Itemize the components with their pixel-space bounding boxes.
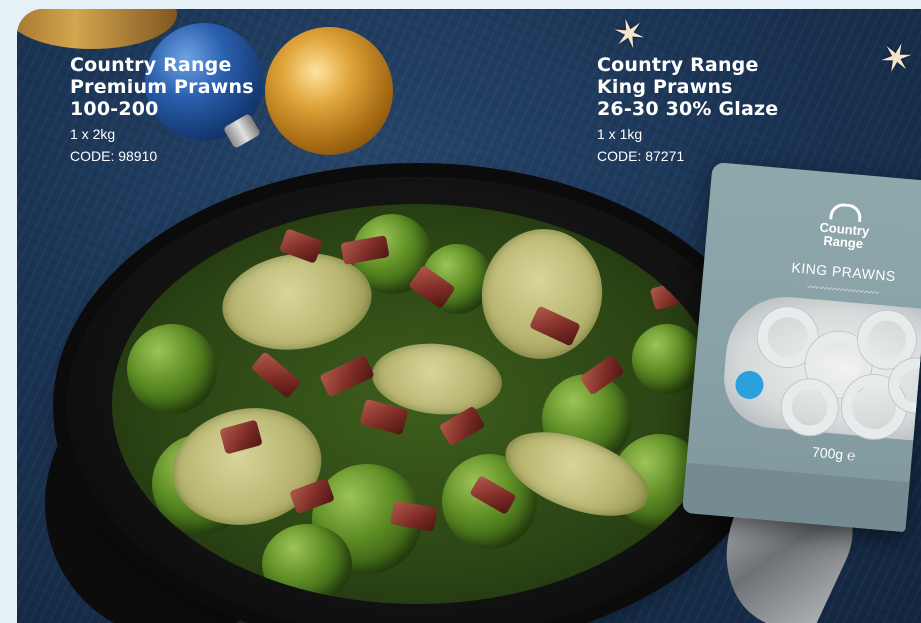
product-title: Country Range King Prawns 26-30 30% Glaz… [597,54,778,120]
bacon-piece [250,351,302,399]
sprout [262,524,352,604]
product-code: CODE: 98910 [70,148,158,164]
product-title-line: Premium Prawns [70,76,254,98]
product-title: Country Range Premium Prawns 100-200 [70,54,254,120]
gold-bauble-decoration [265,27,393,155]
gnocchi [471,219,613,369]
packet-window [719,292,921,442]
bacon-piece [319,354,375,398]
sprout [127,324,217,414]
pack-size: 1 x 2kg [70,126,116,142]
product-title-line: Country Range [70,54,232,76]
product-title-line: King Prawns [597,76,733,98]
product-code: CODE: 87271 [597,148,685,164]
product-label-premium-prawns: Country Range Premium Prawns 100-200 1 x… [70,54,254,167]
product-title-line: 26-30 30% Glaze [597,98,779,120]
sprout [632,324,702,394]
sprouts-and-gnocchi-dish [112,204,722,604]
brand-mark-icon [829,202,863,223]
king-prawns-packet: Country Range KING PRAWNS 〰〰〰〰〰〰〰〰〰 700g… [682,161,921,533]
product-meta: 1 x 2kg CODE: 98910 [70,123,254,167]
country-range-logo: Country Range [811,201,879,251]
product-title-line: Country Range [597,54,759,76]
product-meta: 1 x 1kg CODE: 87271 [597,123,778,167]
packet-weight: 700g ℮ [811,443,857,464]
product-title-line: 100-200 [70,98,159,120]
product-label-king-prawns: Country Range King Prawns 26-30 30% Glaz… [597,54,778,167]
pack-size: 1 x 1kg [597,126,643,142]
